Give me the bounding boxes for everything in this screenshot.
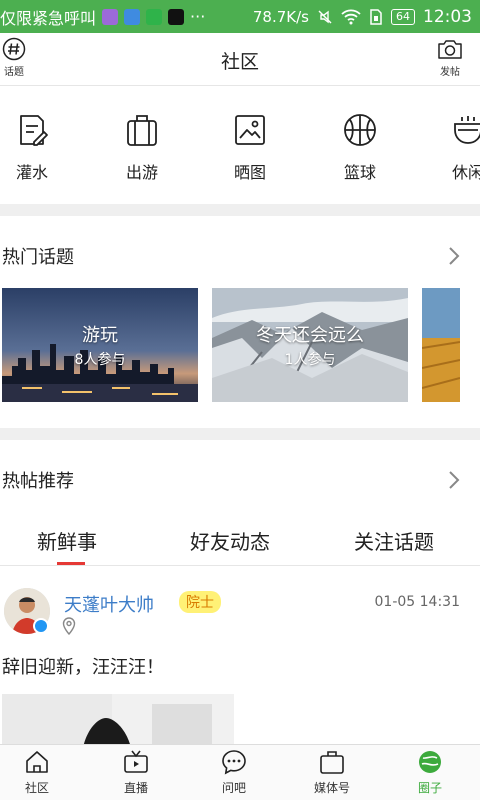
tv-icon [124,750,148,773]
category-label: 灌水 [15,163,48,182]
recommended-header[interactable]: 热帖推荐 [0,460,480,500]
page-title: 社区 [220,51,259,73]
nav-circle[interactable]: 圈子 [382,749,478,796]
rank-badge: 院士 [179,591,221,613]
post-button[interactable]: 发帖 [428,37,472,83]
tab-fresh[interactable]: 新鲜事 [37,526,97,555]
nav-ask[interactable]: 问吧 [186,749,282,796]
location-pin-icon [62,617,76,635]
nav-live[interactable]: 直播 [88,749,184,796]
topic-name: 游玩 [82,325,118,346]
home-icon [26,751,48,773]
feed-tabs: 新鲜事 好友动态 关注话题 [0,516,480,566]
post-photo [2,694,234,744]
wifi-icon [341,9,361,24]
category-item-leisure[interactable]: 休闲 [428,112,480,183]
post-timestamp: 01-05 14:31 [374,594,460,610]
clock: 12:03 [423,6,472,27]
wheat-field-image [422,288,460,402]
tab-followed-topics[interactable]: 关注话题 [354,526,434,555]
message-notification-icon [124,8,141,25]
active-tab-indicator [57,562,85,565]
luggage-icon [127,115,157,146]
topic-participants: 1人参与 [284,352,336,368]
category-row: 灌水 出游 晒图 篮球 休闲 [0,86,480,204]
recommended-title: 热帖推荐 [2,471,74,492]
sim-card-icon [370,8,382,25]
chevron-right-icon [449,247,460,265]
status-left: 仅限紧急呼叫 ··· [0,5,253,29]
chevron-right-icon [449,471,460,489]
post-text: 辞旧迎新，汪汪汪！ [2,657,164,678]
category-label: 篮球 [343,163,376,182]
hot-topics-header[interactable]: 热门话题 [0,236,480,276]
planet-icon [419,751,441,773]
section-divider [0,428,480,440]
topic-card-partial[interactable] [422,288,460,402]
author-name[interactable]: 天蓬叶大帅 [64,591,154,617]
verified-badge-icon [33,618,49,634]
topic-name: 冬天还会远么 [256,325,364,346]
post-image[interactable] [2,694,234,744]
category-item-water[interactable]: 灌水 [0,112,72,183]
note-edit-icon [20,115,48,146]
post-button-label: 发帖 [440,67,460,78]
more-notifications-icon: ··· [190,7,206,26]
mute-icon [318,10,332,23]
briefcase-icon [320,751,344,774]
basketball-icon [344,114,376,146]
category-item-photos[interactable]: 晒图 [210,112,290,183]
nav-label: 媒体号 [313,781,350,795]
nav-label: 社区 [24,781,49,795]
category-item-basketball[interactable]: 篮球 [320,112,400,183]
hot-topics-carousel: 游玩 8人参与 冬天还会远么 1人参与 [0,288,480,402]
section-divider [0,204,480,216]
network-speed: 78.7K/s [252,7,309,26]
chat-bubble-icon [222,750,246,775]
topic-participants: 8人参与 [74,352,126,368]
nav-label: 圈子 [417,781,442,795]
battery-indicator: 64 [391,8,415,25]
category-label: 出游 [125,163,158,182]
nav-media[interactable]: 媒体号 [284,749,380,796]
topic-overlay: 冬天还会远么 1人参与 [212,288,408,402]
teacup-icon [454,116,480,144]
category-item-travel[interactable]: 出游 [102,112,182,183]
status-right: 78.7K/s 64 12:03 [253,7,472,27]
camera-icon [438,40,462,59]
status-bar: 仅限紧急呼叫 ··· 78.7K/s 64 12:03 [0,0,480,33]
hot-topics-title: 热门话题 [2,247,74,268]
picture-icon [235,115,265,145]
topic-overlay: 游玩 8人参与 [2,288,198,402]
nav-label: 直播 [123,781,148,795]
nav-label: 问吧 [221,781,246,795]
tab-friends[interactable]: 好友动态 [190,526,270,555]
feed-post[interactable]: 天蓬叶大帅 院士 01-05 14:31 辞旧迎新，汪汪汪！ [0,566,480,744]
topic-card-play[interactable]: 游玩 8人参与 [2,288,198,402]
bottom-navigation: 社区 直播 问吧 媒体号 圈子 [0,744,480,800]
topic-card-winter[interactable]: 冬天还会远么 1人参与 [212,288,408,402]
nav-community[interactable]: 社区 [0,749,85,796]
category-label: 休闲 [451,163,480,182]
category-label: 晒图 [233,163,266,182]
app-header: 话题 社区 发帖 [0,33,480,86]
gallery-notification-icon [102,8,119,25]
wechat-notification-icon [146,8,163,25]
tiktok-notification-icon [168,8,185,25]
status-notice: 仅限紧急呼叫 [0,8,97,28]
